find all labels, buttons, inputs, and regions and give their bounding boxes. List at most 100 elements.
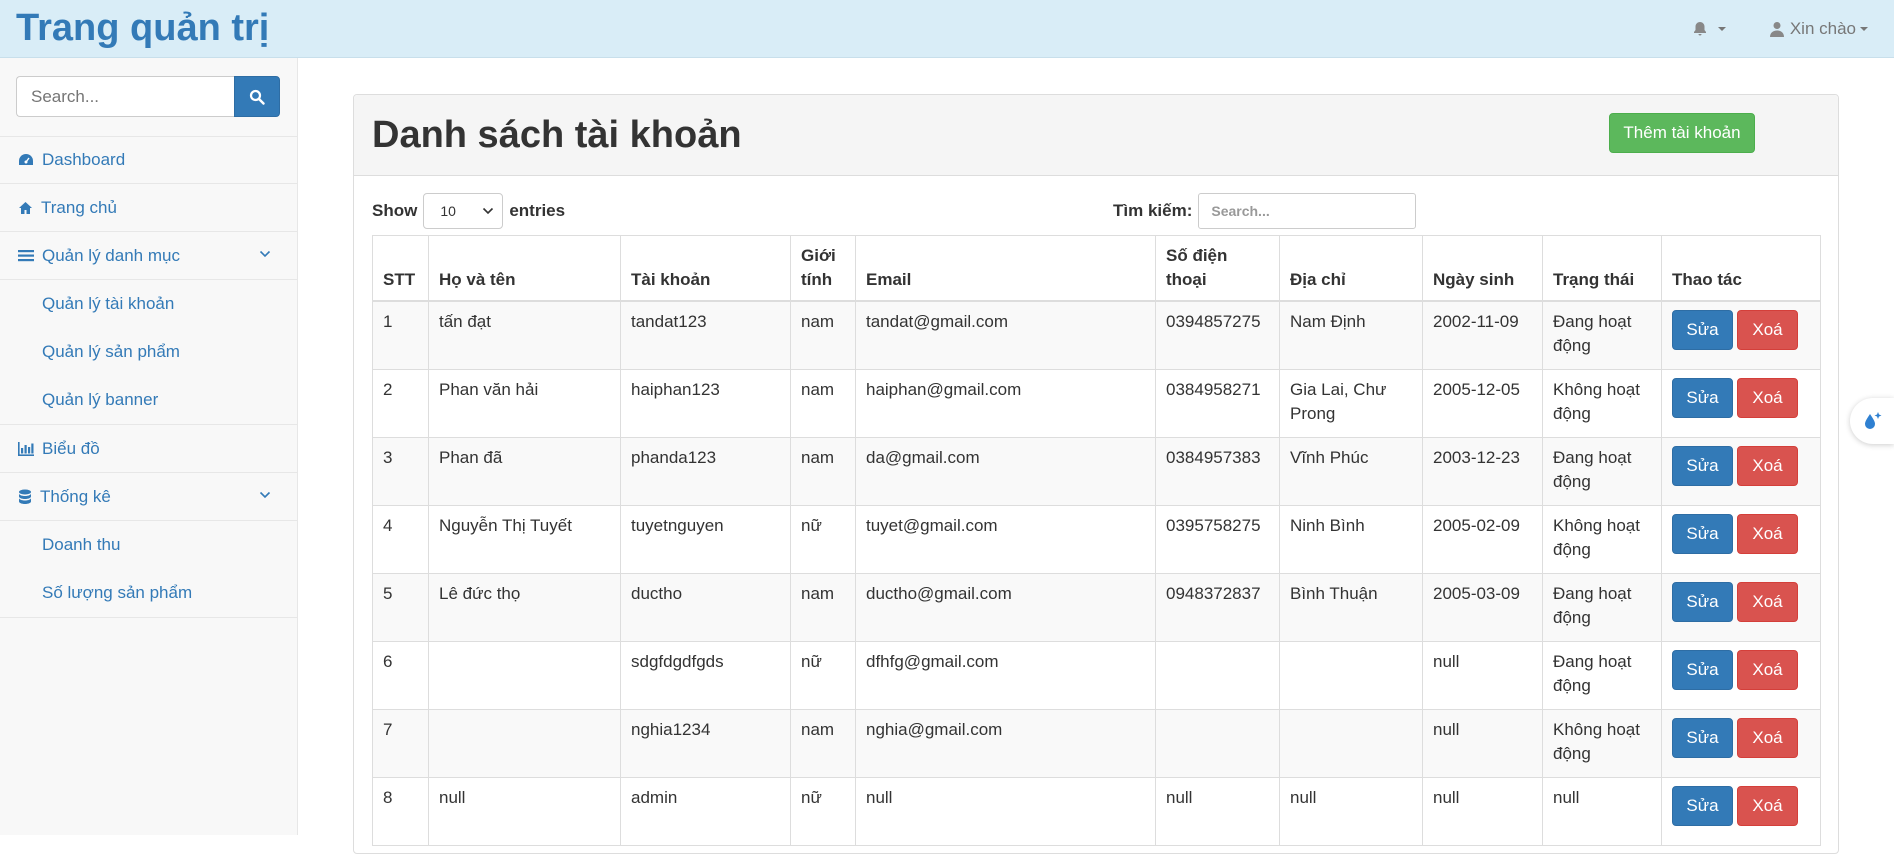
column-header[interactable]: Giới tính xyxy=(790,235,856,302)
table-row: 2 Phan văn hải haiphan123 nam haiphan@gm… xyxy=(372,368,1821,438)
cell-username: sdgfdgdfgds xyxy=(620,640,791,710)
column-header[interactable]: Số điện thoại xyxy=(1155,235,1280,302)
search-button[interactable] xyxy=(234,76,280,117)
cell-status: Đang hoạt động xyxy=(1542,640,1662,710)
cell-status: Đang hoạt động xyxy=(1542,572,1662,642)
column-header[interactable]: Thao tác xyxy=(1661,235,1821,302)
delete-button[interactable]: Xoá xyxy=(1737,310,1798,350)
sidebar-item-account-management[interactable]: Quản lý tài khoản xyxy=(0,280,297,328)
edit-button[interactable]: Sửa xyxy=(1672,717,1733,758)
cell-username: ductho xyxy=(620,572,791,642)
brand-title[interactable]: Trang quản trị xyxy=(16,4,269,52)
column-header[interactable]: Ngày sinh xyxy=(1422,235,1543,302)
cell-actions: Sửa Xoá xyxy=(1661,436,1821,506)
dashboard-icon xyxy=(19,154,33,165)
cell-email: haiphan@gmail.com xyxy=(855,368,1156,438)
column-header[interactable]: Địa chỉ xyxy=(1279,235,1423,302)
sidebar-item-product-quantity[interactable]: Số lượng sản phẩm xyxy=(0,569,297,617)
cell-stt: 6 xyxy=(372,640,429,710)
user-dropdown[interactable]: Xin chào xyxy=(1769,19,1868,39)
cell-phone: 0394857275 xyxy=(1155,300,1280,370)
cell-username: haiphan123 xyxy=(620,368,791,438)
delete-button[interactable]: Xoá xyxy=(1737,649,1798,690)
edit-button[interactable]: Sửa xyxy=(1672,445,1733,486)
cell-status: Đang hoạt động xyxy=(1542,436,1662,506)
chevron-down-icon xyxy=(259,491,271,499)
accounts-panel: Danh sách tài khoản Thêm tài khoản Show … xyxy=(353,94,1839,854)
user-greeting: Xin chào xyxy=(1789,19,1856,38)
cell-address: Vĩnh Phúc xyxy=(1279,436,1423,506)
sidebar-item-product-management[interactable]: Quản lý sản phẩm xyxy=(0,328,297,376)
cell-email: dfhfg@gmail.com xyxy=(855,640,1156,710)
sidebar-item-banner-management[interactable]: Quản lý banner xyxy=(0,376,297,424)
column-header[interactable]: STT xyxy=(372,235,429,302)
column-header[interactable]: Tài khoản xyxy=(620,235,791,302)
delete-button[interactable]: Xoá xyxy=(1737,513,1798,554)
delete-button[interactable]: Xoá xyxy=(1737,717,1798,758)
cell-phone xyxy=(1155,640,1280,710)
search-input[interactable] xyxy=(16,76,234,117)
cell-birthdate: null xyxy=(1422,708,1543,778)
chevron-down-icon xyxy=(1717,27,1726,31)
edit-button[interactable]: Sửa xyxy=(1672,310,1733,350)
column-header[interactable]: Email xyxy=(855,235,1156,302)
cell-stt: 1 xyxy=(372,300,429,370)
table-row: 6 sdgfdgdfgds nữ dfhfg@gmail.com null Đa… xyxy=(372,640,1821,710)
sidebar: Dashboard Trang chủ Quản lý danh mục Quả… xyxy=(0,58,298,835)
sidebar-nav: Dashboard Trang chủ Quản lý danh mục Quả… xyxy=(0,136,297,618)
sidebar-item-label: Trang chủ xyxy=(41,197,117,217)
cell-email: tandat@gmail.com xyxy=(855,300,1156,370)
cell-fullname: Phan đã xyxy=(428,436,621,506)
sidebar-item-home[interactable]: Trang chủ xyxy=(0,184,297,232)
cell-address xyxy=(1279,640,1423,710)
cell-email: ductho@gmail.com xyxy=(855,572,1156,642)
cell-address xyxy=(1279,708,1423,778)
sidebar-item-dashboard[interactable]: Dashboard xyxy=(0,136,297,184)
cell-username: tuyetnguyen xyxy=(620,504,791,574)
delete-button[interactable]: Xoá xyxy=(1737,581,1798,622)
filter-label: Tìm kiếm: xyxy=(1113,201,1193,220)
table-header-row: STT Họ và tên Tài khoản Giới tính Email … xyxy=(372,235,1821,302)
sidebar-item-revenue[interactable]: Doanh thu xyxy=(0,521,297,569)
cell-birthdate: 2002-11-09 xyxy=(1422,300,1543,370)
category-submenu: Quản lý tài khoản Quản lý sản phẩm Quản … xyxy=(0,280,297,425)
cell-fullname xyxy=(428,708,621,778)
water-drop-icon xyxy=(1865,412,1882,429)
cell-address: Nam Định xyxy=(1279,300,1423,370)
cell-phone xyxy=(1155,708,1280,778)
entries-select[interactable]: 10 xyxy=(423,193,504,229)
filter-search-input[interactable]: Search... xyxy=(1198,193,1417,229)
cell-address: Bình Thuận xyxy=(1279,572,1423,642)
edit-button[interactable]: Sửa xyxy=(1672,581,1733,622)
cell-actions: Sửa Xoá xyxy=(1661,300,1821,370)
column-header[interactable]: Họ và tên xyxy=(428,235,621,302)
cell-birthdate: 2005-02-09 xyxy=(1422,504,1543,574)
notifications-dropdown[interactable] xyxy=(1692,21,1726,37)
delete-button[interactable]: Xoá xyxy=(1737,445,1798,486)
accounts-table: STT Họ và tên Tài khoản Giới tính Email … xyxy=(372,235,1821,846)
edit-button[interactable]: Sửa xyxy=(1672,785,1733,826)
column-header[interactable]: Trạng thái xyxy=(1542,235,1662,302)
sidebar-item-charts[interactable]: Biểu đồ xyxy=(0,425,297,473)
database-icon xyxy=(19,489,31,504)
user-icon xyxy=(1769,22,1784,37)
cell-actions: Sửa Xoá xyxy=(1661,504,1821,574)
cell-status: Không hoạt động xyxy=(1542,504,1662,574)
sidebar-item-statistics[interactable]: Thống kê xyxy=(0,473,297,521)
cell-stt: 2 xyxy=(372,368,429,438)
delete-button[interactable]: Xoá xyxy=(1737,377,1798,418)
edit-button[interactable]: Sửa xyxy=(1672,649,1733,690)
floating-widget-button[interactable] xyxy=(1850,398,1894,444)
cell-birthdate: 2003-12-23 xyxy=(1422,436,1543,506)
cell-fullname: tấn đạt xyxy=(428,300,621,370)
edit-button[interactable]: Sửa xyxy=(1672,377,1733,418)
edit-button[interactable]: Sửa xyxy=(1672,513,1733,554)
cell-address: Ninh Bình xyxy=(1279,504,1423,574)
add-account-button[interactable]: Thêm tài khoản xyxy=(1609,113,1755,153)
sidebar-item-category-management[interactable]: Quản lý danh mục xyxy=(0,232,297,280)
delete-button[interactable]: Xoá xyxy=(1737,785,1798,826)
sidebar-search xyxy=(16,76,280,117)
cell-stt: 4 xyxy=(372,504,429,574)
table-row: 4 Nguyễn Thị Tuyết tuyetnguyen nữ tuyet@… xyxy=(372,504,1821,574)
cell-phone: 0384957383 xyxy=(1155,436,1280,506)
